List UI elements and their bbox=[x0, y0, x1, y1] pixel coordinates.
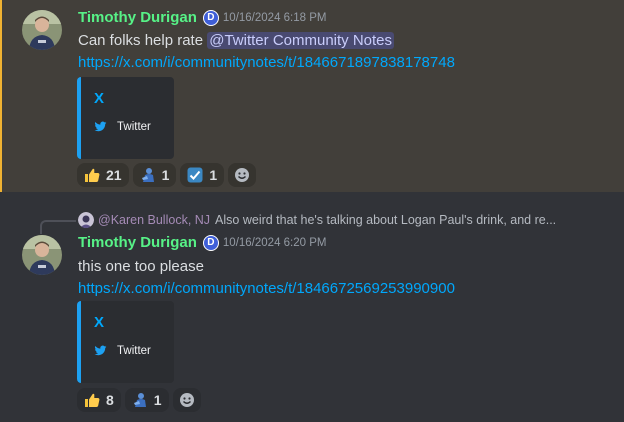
embed-provider: Twitter bbox=[94, 344, 151, 357]
message-text: this one too please bbox=[78, 258, 204, 275]
reply-text[interactable]: Also weird that he's talking about Logan… bbox=[215, 213, 556, 227]
check-box-icon bbox=[187, 167, 203, 183]
reaction-count: 8 bbox=[106, 392, 114, 408]
timestamp[interactable]: 10/16/2024 6:18 PM bbox=[223, 12, 327, 24]
reaction-count: 1 bbox=[153, 392, 162, 408]
badge-icon[interactable]: D bbox=[202, 9, 219, 26]
reaction-thumbs-up[interactable]: 8 bbox=[77, 388, 121, 412]
person-icon bbox=[140, 167, 156, 183]
reply-author[interactable]: @Karen Bullock, NJ bbox=[98, 213, 210, 227]
message-1[interactable]: Timothy Durigan D 10/16/2024 6:18 PM Can… bbox=[0, 0, 624, 192]
avatar[interactable] bbox=[22, 10, 62, 50]
thumbs-up-icon bbox=[84, 167, 100, 183]
message-text: Can folks help rate @Twitter Community N… bbox=[78, 32, 395, 49]
avatar[interactable] bbox=[22, 235, 62, 275]
twitter-bird-icon bbox=[94, 120, 107, 133]
person-icon bbox=[132, 392, 148, 408]
add-reaction-button[interactable] bbox=[228, 163, 257, 187]
message-header: Timothy Durigan D 10/16/2024 6:18 PM bbox=[78, 9, 327, 26]
reaction-count: 1 bbox=[209, 167, 218, 183]
twitter-bird-icon bbox=[94, 344, 107, 357]
message-header: Timothy Durigan D 10/16/2024 6:20 PM bbox=[78, 234, 327, 251]
add-reaction-button[interactable] bbox=[172, 388, 201, 412]
smile-icon bbox=[234, 167, 250, 183]
reactions: 8 1 bbox=[77, 388, 201, 412]
link-embed[interactable]: X Twitter bbox=[77, 301, 174, 383]
reply-avatar[interactable] bbox=[78, 212, 94, 228]
reaction-thumbs-up[interactable]: 21 bbox=[77, 163, 129, 187]
reply-preview[interactable]: @Karen Bullock, NJ Also weird that he's … bbox=[78, 212, 556, 228]
reaction-count: 21 bbox=[106, 167, 122, 183]
embed-provider-name: Twitter bbox=[117, 120, 151, 133]
reaction-person[interactable]: 1 bbox=[124, 388, 169, 412]
embed-provider-name: Twitter bbox=[117, 344, 151, 357]
mention[interactable]: @Twitter Community Notes bbox=[207, 32, 395, 49]
reactions: 21 1 1 bbox=[77, 163, 257, 187]
username[interactable]: Timothy Durigan bbox=[78, 9, 197, 26]
link-embed[interactable]: X Twitter bbox=[77, 77, 174, 159]
thumbs-up-icon bbox=[84, 392, 100, 408]
reaction-person[interactable]: 1 bbox=[132, 163, 177, 187]
embed-title[interactable]: X bbox=[94, 90, 104, 107]
username[interactable]: Timothy Durigan bbox=[78, 234, 197, 251]
message-link[interactable]: https://x.com/i/communitynotes/t/1846672… bbox=[78, 280, 455, 297]
badge-icon[interactable]: D bbox=[202, 234, 219, 251]
embed-title[interactable]: X bbox=[94, 314, 104, 331]
timestamp[interactable]: 10/16/2024 6:20 PM bbox=[223, 237, 327, 249]
embed-provider: Twitter bbox=[94, 120, 151, 133]
reaction-check[interactable]: 1 bbox=[180, 163, 225, 187]
reaction-count: 1 bbox=[161, 167, 170, 183]
smile-icon bbox=[179, 392, 195, 408]
message-link[interactable]: https://x.com/i/communitynotes/t/1846671… bbox=[78, 54, 455, 71]
message-2[interactable]: @Karen Bullock, NJ Also weird that he's … bbox=[0, 208, 624, 422]
reply-connector bbox=[40, 220, 76, 234]
